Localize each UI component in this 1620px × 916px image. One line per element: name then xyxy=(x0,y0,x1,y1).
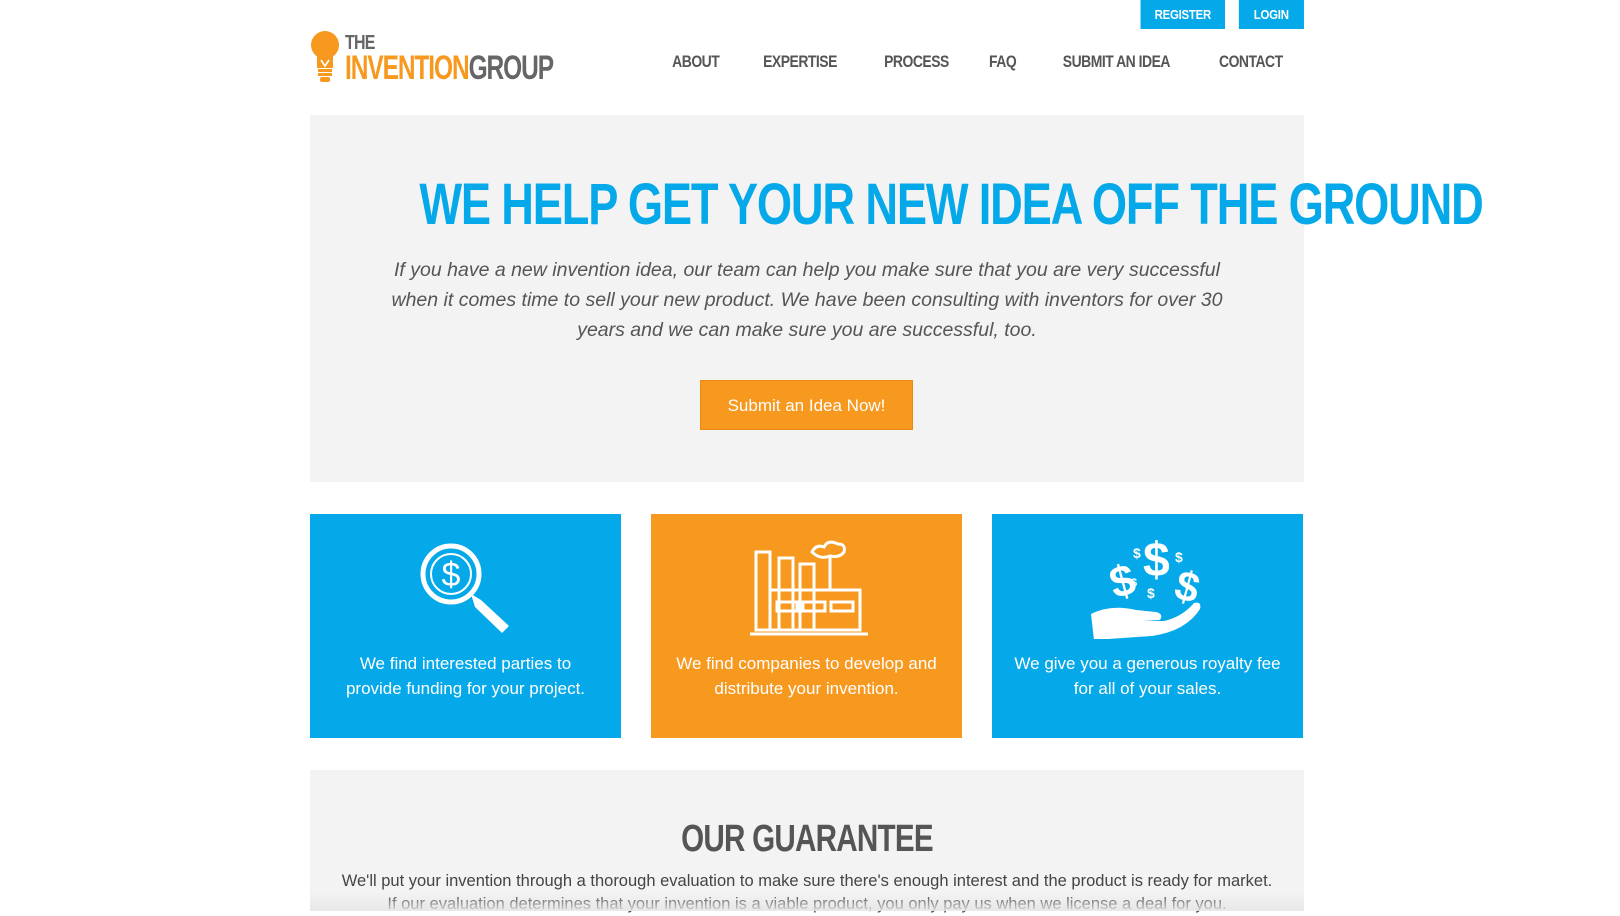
nav-contact[interactable]: CONTACT xyxy=(1219,52,1283,72)
register-button[interactable]: REGISTER xyxy=(1140,0,1226,29)
feature-card-royalty: $ $ $ $ $ $ $ We give you a generous roy… xyxy=(992,514,1303,738)
hero-title: WE HELP GET YOUR NEW IDEA OFF THE GROUND xyxy=(419,172,1483,237)
svg-text:$: $ xyxy=(1175,549,1183,565)
feature-card-funding: $ We find interested parties to provide … xyxy=(310,514,621,738)
logo-group: GROUP xyxy=(468,49,554,87)
magnifier-dollar-icon: $ xyxy=(420,543,509,633)
nav-expertise[interactable]: EXPERTISE xyxy=(764,52,838,72)
lightbulb-icon xyxy=(311,31,339,82)
nav-submit-an-idea[interactable]: SUBMIT AN IDEA xyxy=(1062,52,1170,72)
svg-text:$: $ xyxy=(1143,534,1170,587)
account-links: REGISTER LOGIN xyxy=(1129,0,1304,29)
hero-section: WE HELP GET YOUR NEW IDEA OFF THE GROUND… xyxy=(310,115,1484,482)
feature-text: We find interested parties to provide fu… xyxy=(345,654,586,698)
login-button[interactable]: LOGIN xyxy=(1239,0,1304,29)
nav-process[interactable]: PROCESS xyxy=(884,52,949,72)
submit-idea-button[interactable]: Submit an Idea Now! xyxy=(700,380,913,430)
svg-text:$: $ xyxy=(1131,577,1137,589)
svg-text:$: $ xyxy=(1133,545,1141,561)
feature-card-companies: We find companies to develop and distrib… xyxy=(651,514,962,738)
feature-text: We find companies to develop and distrib… xyxy=(676,654,937,698)
svg-text:$: $ xyxy=(1147,585,1155,601)
logo[interactable]: THE INVENTIONGROUP xyxy=(310,30,554,88)
hand-money-icon: $ $ $ $ $ $ $ xyxy=(1090,534,1204,639)
feature-text: We give you a generous royalty fee for a… xyxy=(1014,654,1281,698)
logo-invention: INVENTION xyxy=(345,49,470,87)
svg-text:$: $ xyxy=(441,556,460,594)
logo-wordmark: INVENTIONGROUP xyxy=(345,49,554,88)
guarantee-section: OUR GUARANTEE We'll put your invention t… xyxy=(310,770,1304,913)
scroll-fade xyxy=(310,893,1304,911)
nav-faq[interactable]: FAQ xyxy=(989,52,1017,72)
hero-body: If you have a new invention idea, our te… xyxy=(391,259,1223,341)
guarantee-title: OUR GUARANTEE xyxy=(681,818,933,860)
nav-about[interactable]: ABOUT xyxy=(672,52,720,72)
main-nav: ABOUT EXPERTISE PROCESS FAQ SUBMIT AN ID… xyxy=(636,52,1290,72)
factory-icon xyxy=(749,540,868,636)
